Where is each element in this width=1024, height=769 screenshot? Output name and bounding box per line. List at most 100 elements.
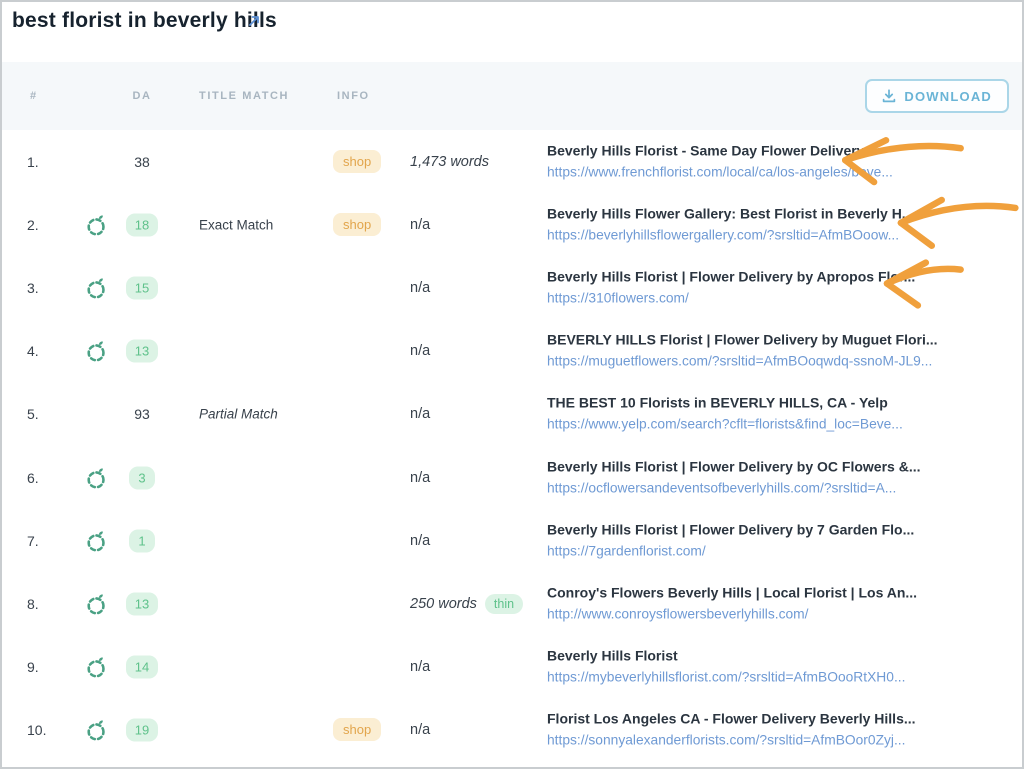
da-cell: 1 <box>120 529 164 552</box>
info-cell: n/a <box>410 533 430 549</box>
shop-cell: shop <box>333 721 381 739</box>
shop-cell: shop <box>333 153 381 171</box>
result-url[interactable]: https://sonnyalexanderflorists.com/?srsl… <box>547 733 905 748</box>
result-cell: Beverly Hills Floristhttps://mybeverlyhi… <box>547 648 1016 687</box>
result-url[interactable]: https://310flowers.com/ <box>547 290 689 305</box>
result-row: 6. 3 n/a Beverly Hills Florist | Flower Del… <box>2 446 1022 509</box>
download-button[interactable]: DOWNLOAD <box>865 79 1009 113</box>
result-row: 7.1n/aBeverly Hills Florist | Flower Del… <box>2 509 1022 572</box>
info-cell: n/a <box>410 343 430 359</box>
word-count-label: n/a <box>410 659 430 675</box>
da-score-badge: 14 <box>126 656 158 679</box>
local-pack-icon <box>85 276 109 300</box>
info-cell: 1,473 words <box>410 154 489 170</box>
download-label: DOWNLOAD <box>904 89 992 104</box>
da-cell: 13 <box>120 340 164 363</box>
result-title: Beverly Hills Florist | Flower Delivery … <box>547 458 1016 474</box>
result-cell: THE BEST 10 Florists in BEVERLY HILLS, C… <box>547 395 1016 434</box>
result-title: Beverly Hills Florist | Flower Delivery … <box>547 268 1016 284</box>
local-pack-icon <box>85 466 109 490</box>
result-url[interactable]: https://muguetflowers.com/?srsltid=AfmBO… <box>547 354 932 369</box>
rank-label: 4. <box>27 343 39 359</box>
local-pack-icon <box>85 529 109 553</box>
table-header: # DA TITLE MATCH INFO DOWNLOAD <box>2 62 1022 130</box>
word-count-label: 250 words <box>410 596 477 612</box>
result-row: 10.19shopn/aFlorist Los Angeles CA - Flo… <box>2 699 1022 762</box>
info-cell: n/a <box>410 406 430 422</box>
rank-label: 6. <box>27 470 39 486</box>
results-table: 1. 38 shop 1,473 words Beverly Hills Florist… <box>2 130 1022 762</box>
local-pack-icon <box>85 718 109 742</box>
result-cell: Beverly Hills Florist | Flower Delivery … <box>547 521 1016 560</box>
word-count-label: n/a <box>410 280 430 296</box>
thin-content-badge: thin <box>485 594 523 614</box>
result-cell: Beverly Hills Florist | Flower Delivery … <box>547 458 1016 497</box>
result-title: Beverly Hills Flower Gallery: Best Flori… <box>547 205 1016 221</box>
column-header-title-match: TITLE MATCH <box>199 90 289 102</box>
result-url[interactable]: https://ocflowersandeventsofbeverlyhills… <box>547 480 896 495</box>
rank-label: 3. <box>27 280 39 296</box>
word-count-label: n/a <box>410 533 430 549</box>
info-cell: 250 words thin <box>410 594 523 614</box>
local-pack-icon <box>85 592 109 616</box>
result-url[interactable]: http://www.conroysflowersbeverlyhills.co… <box>547 606 808 621</box>
result-row: 8. 13 250 words thin Conroy's Flowers Beverl… <box>2 572 1022 635</box>
da-cell: 19 <box>120 719 164 742</box>
column-header-info: INFO <box>337 90 370 102</box>
result-title: Florist Los Angeles CA - Flower Delivery… <box>547 711 1016 727</box>
column-header-da: DA <box>120 90 164 102</box>
da-cell: 3 <box>120 466 164 489</box>
external-link-icon[interactable] <box>246 13 262 29</box>
da-score-badge: 1 <box>129 529 154 552</box>
da-cell: 38 <box>120 154 164 170</box>
local-pack-icon <box>85 655 109 679</box>
result-row: 1.38shop1,473 wordsBeverly Hills Florist… <box>2 130 1022 193</box>
result-row: 3. 15 n/a Beverly Hills Florist | Flower De… <box>2 256 1022 319</box>
da-score-badge: 18 <box>126 213 158 236</box>
rank-label: 2. <box>27 217 39 233</box>
rank-label: 8. <box>27 596 39 612</box>
query-bar: best florist in beverly hills <box>2 2 1022 62</box>
result-row: 4. 13 n/a BEVERLY HILLS Florist | Flower De… <box>2 320 1022 383</box>
da-cell: 13 <box>120 592 164 615</box>
word-count-label: n/a <box>410 722 430 738</box>
da-score-value: 93 <box>134 406 150 422</box>
serp-checker-page: best florist in beverly hills # DA TITLE… <box>0 0 1024 769</box>
rank-label: 9. <box>27 659 39 675</box>
shop-badge: shop <box>333 150 381 173</box>
rank-label: 5. <box>27 406 39 422</box>
da-score-badge: 19 <box>126 719 158 742</box>
da-cell: 14 <box>120 656 164 679</box>
result-url[interactable]: https://7gardenflorist.com/ <box>547 543 706 558</box>
column-header-rank: # <box>30 90 38 102</box>
result-title: Conroy's Flowers Beverly Hills | Local F… <box>547 584 1016 600</box>
result-url[interactable]: https://beverlyhillsflowergallery.com/?s… <box>547 227 899 242</box>
da-cell: 93 <box>120 406 164 422</box>
local-pack-icon <box>85 213 109 237</box>
result-url[interactable]: https://www.frenchflorist.com/local/ca/l… <box>547 164 893 179</box>
download-icon <box>882 89 896 103</box>
result-url[interactable]: https://www.yelp.com/search?cflt=florist… <box>547 417 903 432</box>
result-title: BEVERLY HILLS Florist | Flower Delivery … <box>547 332 1016 348</box>
page-title: best florist in beverly hills <box>12 9 277 33</box>
local-pack-icon <box>85 339 109 363</box>
result-cell: Florist Los Angeles CA - Flower Delivery… <box>547 711 1016 750</box>
info-cell: n/a <box>410 217 430 233</box>
word-count-label: n/a <box>410 217 430 233</box>
result-row: 9. 14 n/a Beverly Hills Floristhttps://mybe… <box>2 636 1022 699</box>
info-cell: n/a <box>410 659 430 675</box>
word-count-label: n/a <box>410 470 430 486</box>
word-count-label: 1,473 words <box>410 154 489 170</box>
da-score-badge: 13 <box>126 340 158 363</box>
title-match-label: Partial Match <box>199 407 278 422</box>
info-cell: n/a <box>410 280 430 296</box>
rank-label: 1. <box>27 154 39 170</box>
result-title: Beverly Hills Florist | Flower Delivery … <box>547 521 1016 537</box>
word-count-label: n/a <box>410 406 430 422</box>
result-row: 2.18Exact Matchshopn/aBeverly Hills Flow… <box>2 193 1022 256</box>
word-count-label: n/a <box>410 343 430 359</box>
da-cell: 15 <box>120 276 164 299</box>
result-cell: Beverly Hills Florist | Flower Delivery … <box>547 268 1016 307</box>
result-url[interactable]: https://mybeverlyhillsflorist.com/?srslt… <box>547 670 905 685</box>
da-score-badge: 3 <box>129 466 154 489</box>
